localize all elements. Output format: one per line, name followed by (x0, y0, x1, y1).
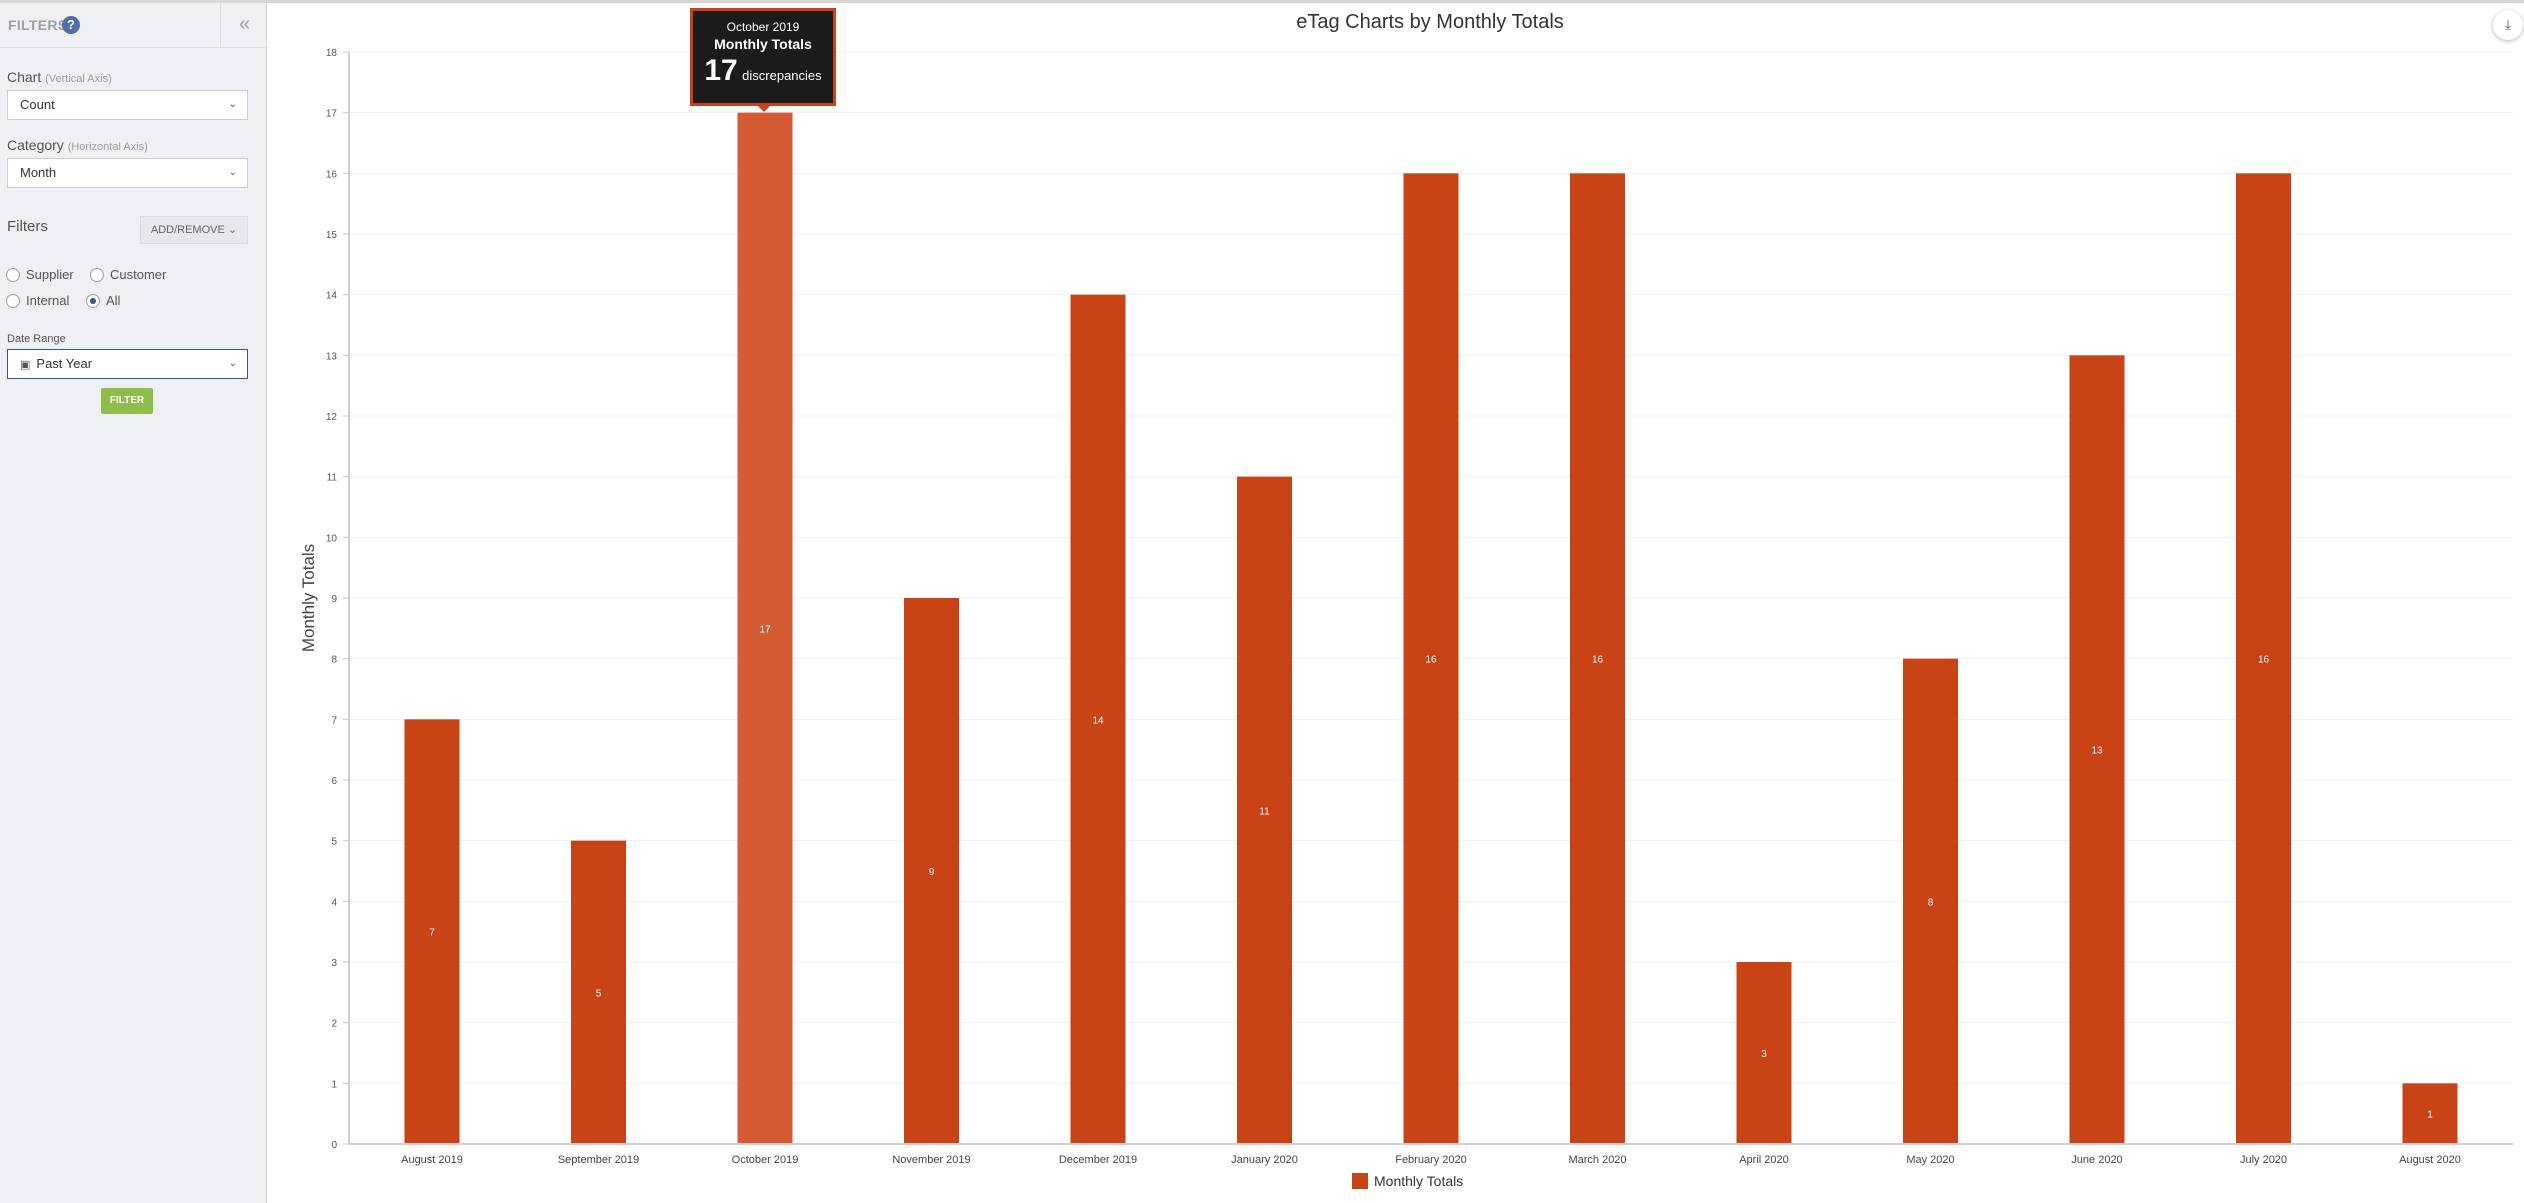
y-tick-label: 16 (326, 169, 338, 180)
y-tick-label: 6 (331, 776, 337, 787)
bar-value-label: 16 (1425, 655, 1437, 666)
tooltip-value: 17 (704, 54, 738, 87)
bar-value-label: 1 (2427, 1110, 2433, 1121)
x-tick-label: August 2019 (401, 1154, 463, 1166)
bar-value-label: 14 (1092, 715, 1104, 726)
y-axis-title: Monthly Totals (299, 544, 318, 652)
bar-value-label: 9 (929, 867, 935, 878)
legend-swatch (1352, 1173, 1368, 1189)
bar-value-label: 3 (1761, 1049, 1767, 1060)
bar-value-label: 8 (1928, 897, 1934, 908)
y-tick-label: 0 (331, 1140, 337, 1151)
y-tick-label: 4 (331, 897, 337, 908)
bar-value-label: 16 (1592, 655, 1604, 666)
bar-value-label: 5 (596, 988, 602, 999)
x-axis: August 2019 September 2019 October 2019 Nov… (349, 1143, 2513, 1166)
legend-label: Monthly Totals (1374, 1173, 1464, 1189)
legend-item[interactable]: Monthly Totals (1352, 1173, 1463, 1189)
x-tick-label: June 2020 (2071, 1154, 2122, 1166)
y-axis: 0123456789101112131415161718 (326, 48, 350, 1151)
y-tick-label: 12 (326, 412, 338, 423)
y-tick-label: 14 (326, 291, 338, 302)
y-tick-label: 7 (331, 715, 337, 726)
y-tick-label: 9 (331, 594, 337, 605)
tooltip-unit: discrepancies (742, 68, 822, 83)
bar-value-label: 17 (759, 624, 771, 635)
x-tick-label: February 2020 (1395, 1154, 1467, 1166)
bar-value-label: 13 (2091, 746, 2103, 757)
y-tick-label: 15 (326, 230, 338, 241)
bar-value-label: 7 (429, 928, 435, 939)
bar-tooltip: October 2019 Monthly Totals 17 discrepan… (690, 8, 836, 112)
tooltip-series: Monthly Totals (714, 36, 812, 52)
tooltip-month: October 2019 (726, 20, 800, 34)
bar-chart: 0123456789101112131415161718 75179141116… (299, 48, 2513, 1166)
y-tick-label: 5 (331, 837, 337, 848)
tooltip-arrow (757, 105, 771, 112)
x-tick-label: December 2019 (1059, 1154, 1137, 1166)
x-tick-label: January 2020 (1231, 1154, 1298, 1166)
x-tick-label: August 2020 (2399, 1154, 2461, 1166)
bar-value-label: 16 (2258, 655, 2270, 666)
y-tick-label: 8 (331, 655, 337, 666)
y-tick-label: 17 (326, 109, 338, 120)
x-tick-label: April 2020 (1739, 1154, 1789, 1166)
y-tick-label: 18 (326, 48, 338, 59)
y-tick-label: 1 (331, 1079, 337, 1090)
x-tick-label: May 2020 (1906, 1154, 1954, 1166)
x-tick-label: July 2020 (2240, 1154, 2287, 1166)
x-tick-label: November 2019 (892, 1154, 970, 1166)
x-tick-label: September 2019 (558, 1154, 639, 1166)
y-tick-label: 2 (331, 1019, 337, 1030)
y-tick-label: 13 (326, 351, 338, 362)
x-tick-label: October 2019 (732, 1154, 799, 1166)
bar-value-label: 11 (1259, 806, 1270, 817)
y-tick-label: 10 (326, 533, 338, 544)
bars: 7 5 17 9 14 11 16 16 3 8 13 16 1 (404, 112, 2458, 1145)
x-tick-label: March 2020 (1568, 1154, 1626, 1166)
y-tick-label: 3 (331, 958, 337, 969)
y-tick-label: 11 (327, 473, 338, 484)
